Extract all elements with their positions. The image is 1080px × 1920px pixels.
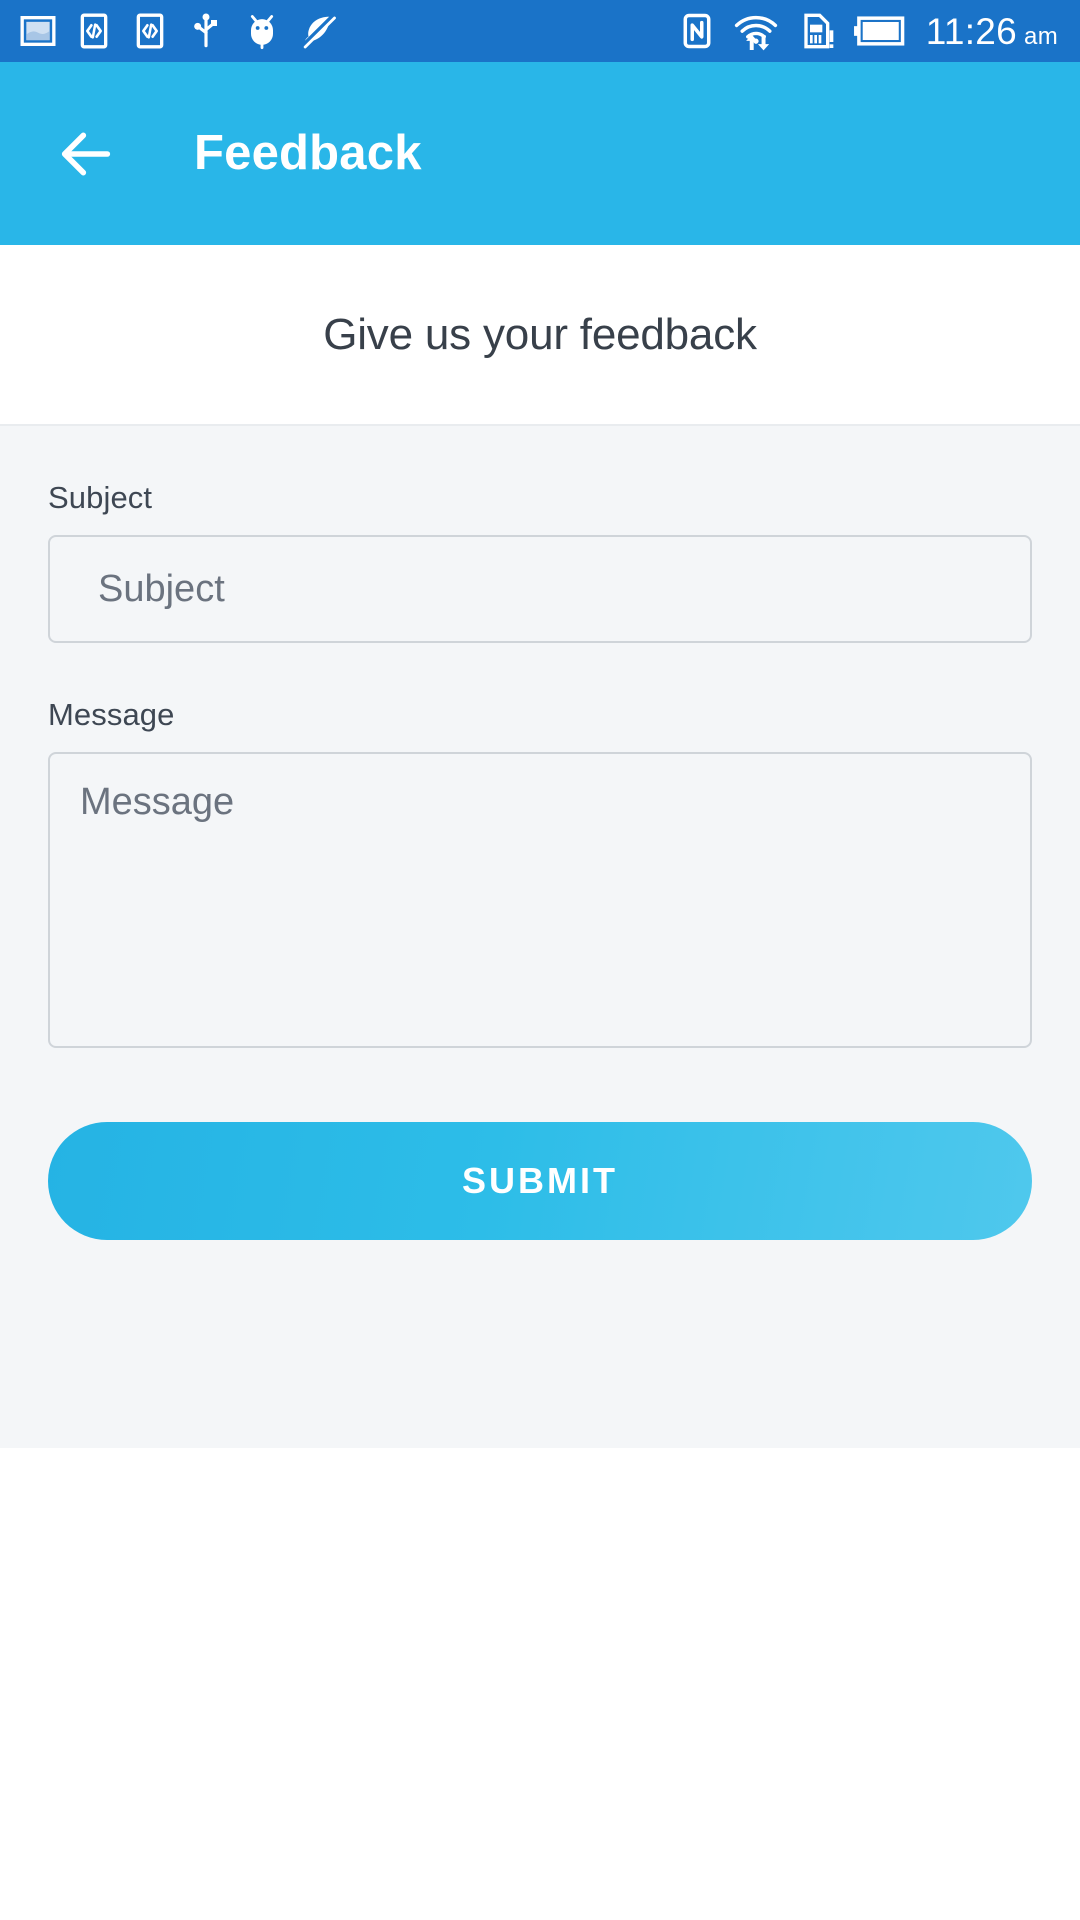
arrow-left-icon (61, 132, 111, 175)
subject-field-group: Subject (48, 482, 1032, 643)
developer-mode-secondary-icon (136, 13, 164, 49)
wifi-data-icon (734, 15, 777, 51)
developer-mode-icon (80, 13, 108, 49)
subject-input[interactable] (48, 535, 1032, 643)
feedback-screen: 11:26 am Feedback Give us your feedback … (0, 0, 1080, 1920)
clock-time: 11:26 (925, 10, 1018, 52)
subject-label: Subject (48, 480, 153, 515)
heading-block: Give us your feedback (0, 245, 1080, 426)
submit-button[interactable]: SUBMIT (48, 1122, 1032, 1240)
status-bar-right-icons: 11:26 am (678, 11, 1058, 51)
app-bar: Feedback (0, 62, 1080, 245)
feedback-heading: Give us your feedback (323, 309, 757, 359)
status-bar-left-icons (18, 11, 338, 51)
message-field-group: Message (48, 699, 1032, 1048)
message-label: Message (48, 697, 175, 732)
screenshot-icon (20, 16, 56, 46)
android-debug-icon (250, 15, 274, 50)
battery-saver-off-icon (301, 14, 336, 49)
sim-card-alert-icon (804, 13, 834, 49)
back-button[interactable] (44, 112, 128, 196)
page-title: Feedback (194, 126, 422, 180)
status-bar: 11:26 am (0, 0, 1080, 62)
status-bar-clock: 11:26 am (926, 13, 1058, 50)
message-input[interactable] (48, 752, 1032, 1048)
usb-icon (194, 13, 217, 48)
feedback-form: Subject Message SUBMIT (0, 426, 1080, 1448)
nfc-icon (683, 13, 711, 49)
battery-full-icon (853, 16, 904, 46)
clock-meridiem: am (1024, 22, 1058, 50)
